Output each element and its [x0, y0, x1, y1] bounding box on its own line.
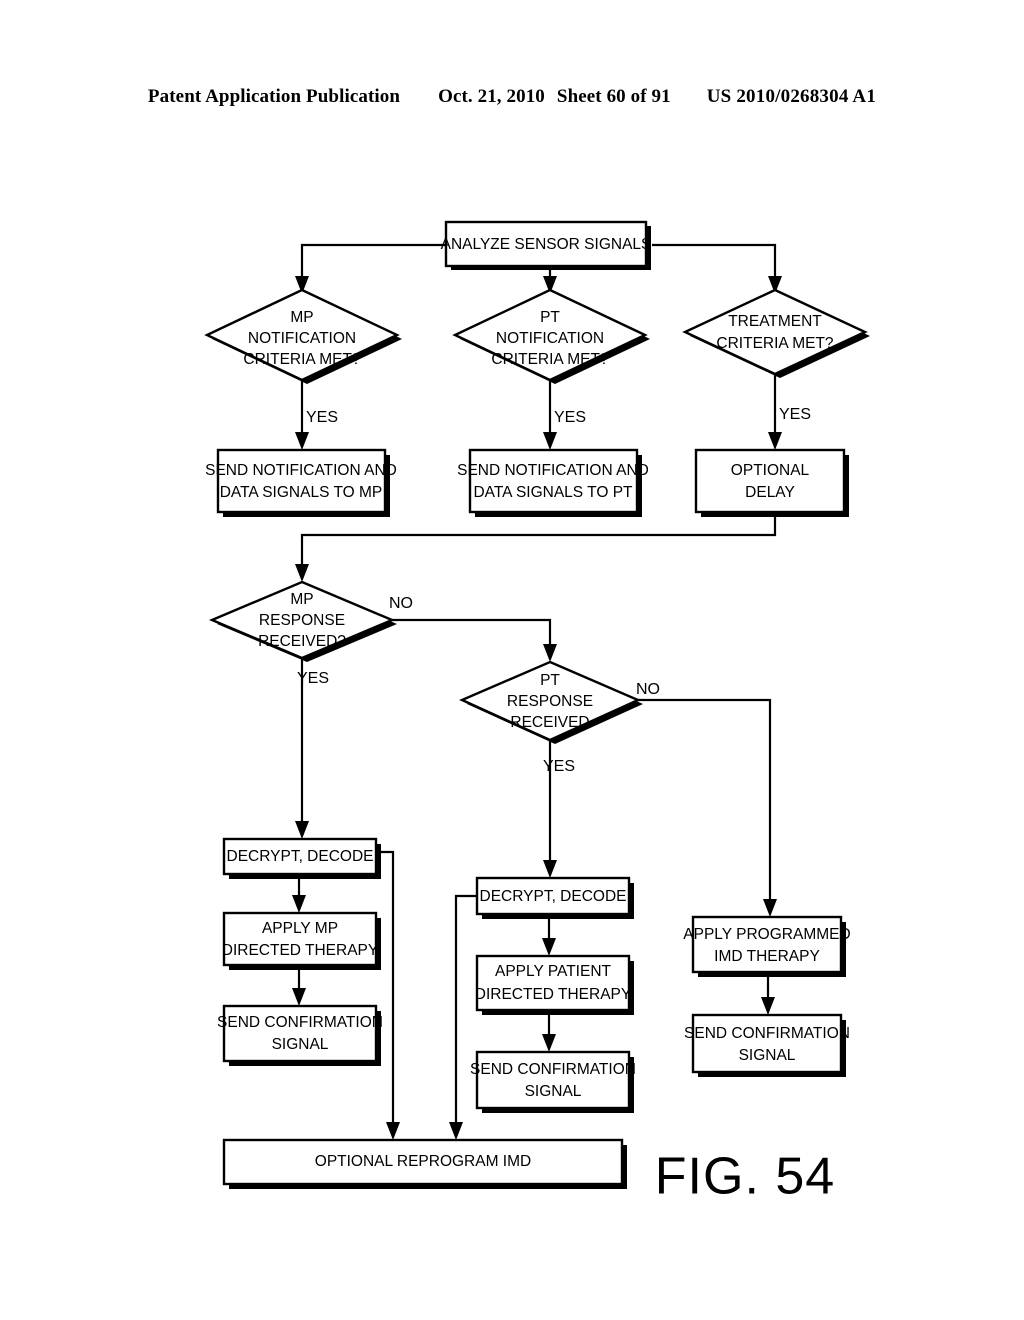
node-label-line-3: CRITERIA MET?	[243, 351, 361, 368]
node-label-line-2: IMD THERAPY	[714, 948, 820, 965]
arrowhead-decrypt-decode-mp	[295, 821, 309, 839]
arrowhead-reprogram-from-mp	[386, 1122, 400, 1140]
edge-label-pt-response-no: NO	[636, 681, 660, 698]
node-label-line-3: CRITERIA MET?	[491, 351, 609, 368]
node-label-line-2: RESPONSE	[507, 693, 593, 710]
node-outline	[216, 448, 387, 514]
node-label-line-1: SEND NOTIFICATION AND	[205, 462, 397, 479]
node-label-line-1: APPLY MP	[262, 920, 338, 937]
node-outline	[694, 448, 846, 514]
arrowhead-send-confirmation-mp	[292, 988, 306, 1006]
node-label-line-2: DELAY	[745, 484, 795, 501]
node-label-line-2: DIRECTED THERAPY	[222, 942, 378, 959]
node-label-line-1: SEND NOTIFICATION AND	[457, 462, 649, 479]
node-mp-notification-criteria[interactable]: MP NOTIFICATION CRITERIA MET?	[204, 288, 402, 384]
node-apply-patient-directed-therapy[interactable]: APPLY PATIENT DIRECTED THERAPY	[475, 954, 634, 1015]
node-label-line-2: SIGNAL	[739, 1047, 796, 1064]
node-label-line-1: OPTIONAL REPROGRAM IMD	[315, 1153, 531, 1170]
node-analyze-sensor-signals[interactable]: ANALYZE SENSOR SIGNALS	[441, 220, 652, 270]
edge-label-mp-notification-yes: YES	[306, 409, 338, 426]
node-decrypt-decode-mp[interactable]: DECRYPT, DECODE	[222, 837, 381, 879]
node-send-confirmation-mp[interactable]: SEND CONFIRMATION SIGNAL	[217, 1004, 383, 1066]
node-label-line-1: SEND CONFIRMATION	[470, 1061, 636, 1078]
node-apply-programmed-imd-therapy[interactable]: APPLY PROGRAMMED IMD THERAPY	[683, 915, 851, 977]
arrowhead-send-confirmation-imd	[761, 997, 775, 1015]
arrowhead-apply-patient-therapy	[542, 938, 556, 956]
node-decrypt-decode-pt[interactable]: DECRYPT, DECODE	[475, 876, 634, 919]
arrowhead-decrypt-decode-pt	[543, 860, 557, 878]
node-send-confirmation-pt[interactable]: SEND CONFIRMATION SIGNAL	[470, 1050, 636, 1113]
node-label-line-1: PT	[540, 309, 560, 326]
connector-optional-delay-to-mp-response	[300, 512, 777, 570]
arrowhead-apply-programmed-imd	[763, 899, 777, 917]
node-label-line-2: RESPONSE	[259, 612, 345, 629]
node-outline	[468, 448, 639, 514]
arrowhead-reprogram-from-pt	[449, 1122, 463, 1140]
node-label-line-2: DATA SIGNALS TO MP	[220, 484, 383, 501]
connector-decrypt-pt-to-reprogram	[454, 894, 477, 1128]
node-treatment-criteria[interactable]: TREATMENT CRITERIA MET?	[682, 288, 870, 378]
arrowhead-send-notification-pt	[543, 432, 557, 450]
arrowhead-apply-mp-therapy	[292, 895, 306, 913]
node-label-line-2: CRITERIA MET?	[716, 335, 834, 352]
figure-label: FIG. 54	[655, 1148, 835, 1206]
node-label-line-2: NOTIFICATION	[248, 330, 356, 347]
node-pt-notification-criteria[interactable]: PT NOTIFICATION CRITERIA MET?	[452, 288, 650, 384]
arrowhead-send-notification-mp	[295, 432, 309, 450]
node-label-line-1: SEND CONFIRMATION	[217, 1014, 383, 1031]
node-pt-response-received[interactable]: PT RESPONSE RECEIVED	[459, 660, 643, 744]
edge-label-pt-response-yes: YES	[543, 758, 575, 775]
node-label-line-2: DATA SIGNALS TO PT	[473, 484, 633, 501]
node-label-line-2: DIRECTED THERAPY	[475, 986, 631, 1003]
connector-analyze-to-mp-notification	[300, 243, 446, 282]
edge-label-mp-response-yes: YES	[297, 670, 329, 687]
node-label-line-1: MP	[290, 309, 313, 326]
node-label-line-3: RECEIVED?	[258, 633, 346, 650]
arrowhead-mp-response-received	[295, 564, 309, 582]
node-apply-mp-directed-therapy[interactable]: APPLY MP DIRECTED THERAPY	[222, 911, 381, 970]
arrowhead-send-confirmation-pt	[542, 1034, 556, 1052]
node-send-notification-pt[interactable]: SEND NOTIFICATION AND DATA SIGNALS TO PT	[457, 448, 649, 517]
node-label-line-1: PT	[540, 672, 560, 689]
node-label-line-3: RECEIVED	[510, 714, 589, 731]
node-label-line-1: DECRYPT, DECODE	[480, 888, 627, 905]
node-outline	[682, 288, 868, 376]
connector-decrypt-mp-to-reprogram	[376, 850, 395, 1128]
node-label-line-1: TREATMENT	[728, 313, 822, 330]
node-label-line-1: APPLY PATIENT	[495, 963, 612, 980]
node-send-confirmation-imd[interactable]: SEND CONFIRMATION SIGNAL	[684, 1013, 850, 1077]
node-optional-reprogram-imd[interactable]: OPTIONAL REPROGRAM IMD	[222, 1138, 627, 1189]
node-label-line-1: DECRYPT, DECODE	[227, 848, 374, 865]
edge-label-treatment-yes: YES	[779, 406, 811, 423]
arrowhead-optional-delay	[768, 432, 782, 450]
node-label-line-2: SIGNAL	[525, 1083, 582, 1100]
node-optional-delay[interactable]: OPTIONAL DELAY	[694, 448, 849, 517]
edge-label-mp-response-no: NO	[389, 595, 413, 612]
connector-mp-response-no	[392, 618, 552, 650]
arrowhead-pt-response-received	[543, 644, 557, 662]
node-mp-response-received[interactable]: MP RESPONSE RECEIVED?	[208, 580, 397, 662]
connector-analyze-to-treatment	[652, 243, 777, 282]
node-label-line-1: OPTIONAL	[731, 462, 810, 479]
node-label-line-1: ANALYZE SENSOR SIGNALS	[441, 236, 652, 253]
node-label-line-2: SIGNAL	[272, 1036, 329, 1053]
node-label-line-2: NOTIFICATION	[496, 330, 604, 347]
node-label-line-1: MP	[290, 591, 313, 608]
edge-label-pt-notification-yes: YES	[554, 409, 586, 426]
connector-pt-response-no	[638, 698, 772, 905]
node-label-line-1: SEND CONFIRMATION	[684, 1025, 850, 1042]
node-send-notification-mp[interactable]: SEND NOTIFICATION AND DATA SIGNALS TO MP	[205, 448, 397, 517]
node-label-line-1: APPLY PROGRAMMED	[683, 926, 850, 943]
flowchart-figure-54: ANALYZE SENSOR SIGNALS MP NOTIFICATION C…	[204, 220, 870, 1206]
